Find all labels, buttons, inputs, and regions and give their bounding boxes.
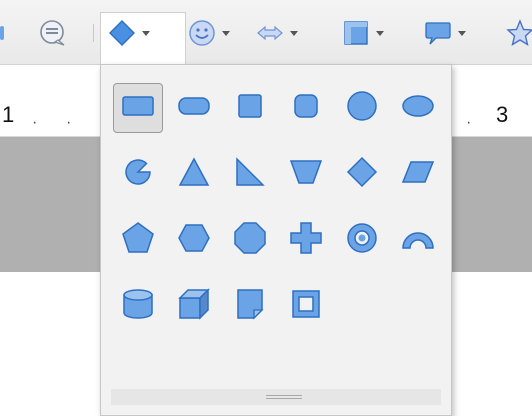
basic-shapes-button-content[interactable]: [108, 18, 150, 48]
grip-line: [266, 395, 302, 396]
cross-icon: [288, 220, 324, 261]
shape-rounded-rectangle-button[interactable]: [169, 83, 219, 133]
shape-parallelogram-button[interactable]: [393, 149, 443, 199]
shape-octagon-button[interactable]: [225, 215, 275, 265]
shape-block-arc-button[interactable]: [393, 215, 443, 265]
circle-pie-icon: [120, 154, 156, 195]
parallelogram-icon: [400, 154, 436, 195]
block-arc-icon: [400, 220, 436, 261]
shape-isosceles-triangle-button[interactable]: [169, 149, 219, 199]
rectangle-icon: [120, 88, 156, 129]
ruler-number: 3: [496, 102, 509, 127]
shape-circle-pie-button[interactable]: [113, 149, 163, 199]
shape-cube-button[interactable]: [169, 281, 219, 331]
chevron-down-icon[interactable]: [290, 30, 298, 36]
shape-right-triangle-button[interactable]: [225, 149, 275, 199]
shape-hexagon-button[interactable]: [169, 215, 219, 265]
shape-rounded-square-button[interactable]: [281, 83, 331, 133]
shape-rectangle-button[interactable]: [113, 83, 163, 133]
double-arrow-icon: [256, 19, 284, 47]
callouts-button[interactable]: [424, 18, 466, 48]
toolbar-separator: [93, 24, 94, 42]
shape-trapezoid-button[interactable]: [281, 149, 331, 199]
isosceles-triangle-icon: [176, 154, 212, 195]
block-arrows-button[interactable]: [256, 18, 298, 48]
shape-cross-button[interactable]: [281, 215, 331, 265]
hexagon-icon: [176, 220, 212, 261]
truncated-icon: [0, 26, 4, 40]
flowchart-icon: [342, 19, 370, 47]
cube-icon: [176, 286, 212, 327]
folded-corner-icon: [232, 286, 268, 327]
comment-icon: [38, 19, 66, 47]
shape-ellipse-button[interactable]: [393, 83, 443, 133]
square-icon: [232, 88, 268, 129]
basic-shapes-dropdown: [100, 64, 452, 416]
shape-square-button[interactable]: [225, 83, 275, 133]
comment-button[interactable]: [38, 18, 66, 48]
chevron-down-icon[interactable]: [458, 30, 466, 36]
flowchart-button[interactable]: [342, 18, 384, 48]
drawing-toolbar: [0, 0, 532, 65]
grip-line: [266, 398, 302, 399]
shape-circle-button[interactable]: [337, 83, 387, 133]
ellipse-icon: [400, 88, 436, 129]
pentagon-icon: [120, 220, 156, 261]
shape-ring-button[interactable]: [337, 215, 387, 265]
right-triangle-icon: [232, 154, 268, 195]
diamond-icon: [344, 154, 380, 195]
circle-icon: [344, 88, 380, 129]
ring-icon: [344, 220, 380, 261]
stars-button[interactable]: [506, 18, 532, 48]
callout-icon: [424, 19, 452, 47]
ruler-tick: ·: [466, 114, 472, 131]
star-icon: [506, 19, 532, 47]
octagon-icon: [232, 220, 268, 261]
shape-pentagon-button[interactable]: [113, 215, 163, 265]
chevron-down-icon[interactable]: [376, 30, 384, 36]
rounded-rectangle-icon: [176, 88, 212, 129]
trapezoid-icon: [288, 154, 324, 195]
smiley-icon: [188, 19, 216, 47]
shape-folded-corner-button[interactable]: [225, 281, 275, 331]
symbol-shapes-button[interactable]: [188, 18, 230, 48]
dropdown-resize-grip[interactable]: [111, 389, 441, 405]
ruler-tick: ·: [32, 114, 38, 131]
shape-frame-button[interactable]: [281, 281, 331, 331]
shape-cylinder-button[interactable]: [113, 281, 163, 331]
frame-icon: [288, 286, 324, 327]
cylinder-icon: [120, 286, 156, 327]
rounded-square-icon: [288, 88, 324, 129]
chevron-down-icon[interactable]: [222, 30, 230, 36]
diamond-icon: [108, 19, 136, 47]
chevron-down-icon[interactable]: [142, 30, 150, 36]
shape-diamond-button[interactable]: [337, 149, 387, 199]
ruler-number: 1: [2, 102, 15, 127]
ruler-tick: ·: [66, 114, 72, 131]
